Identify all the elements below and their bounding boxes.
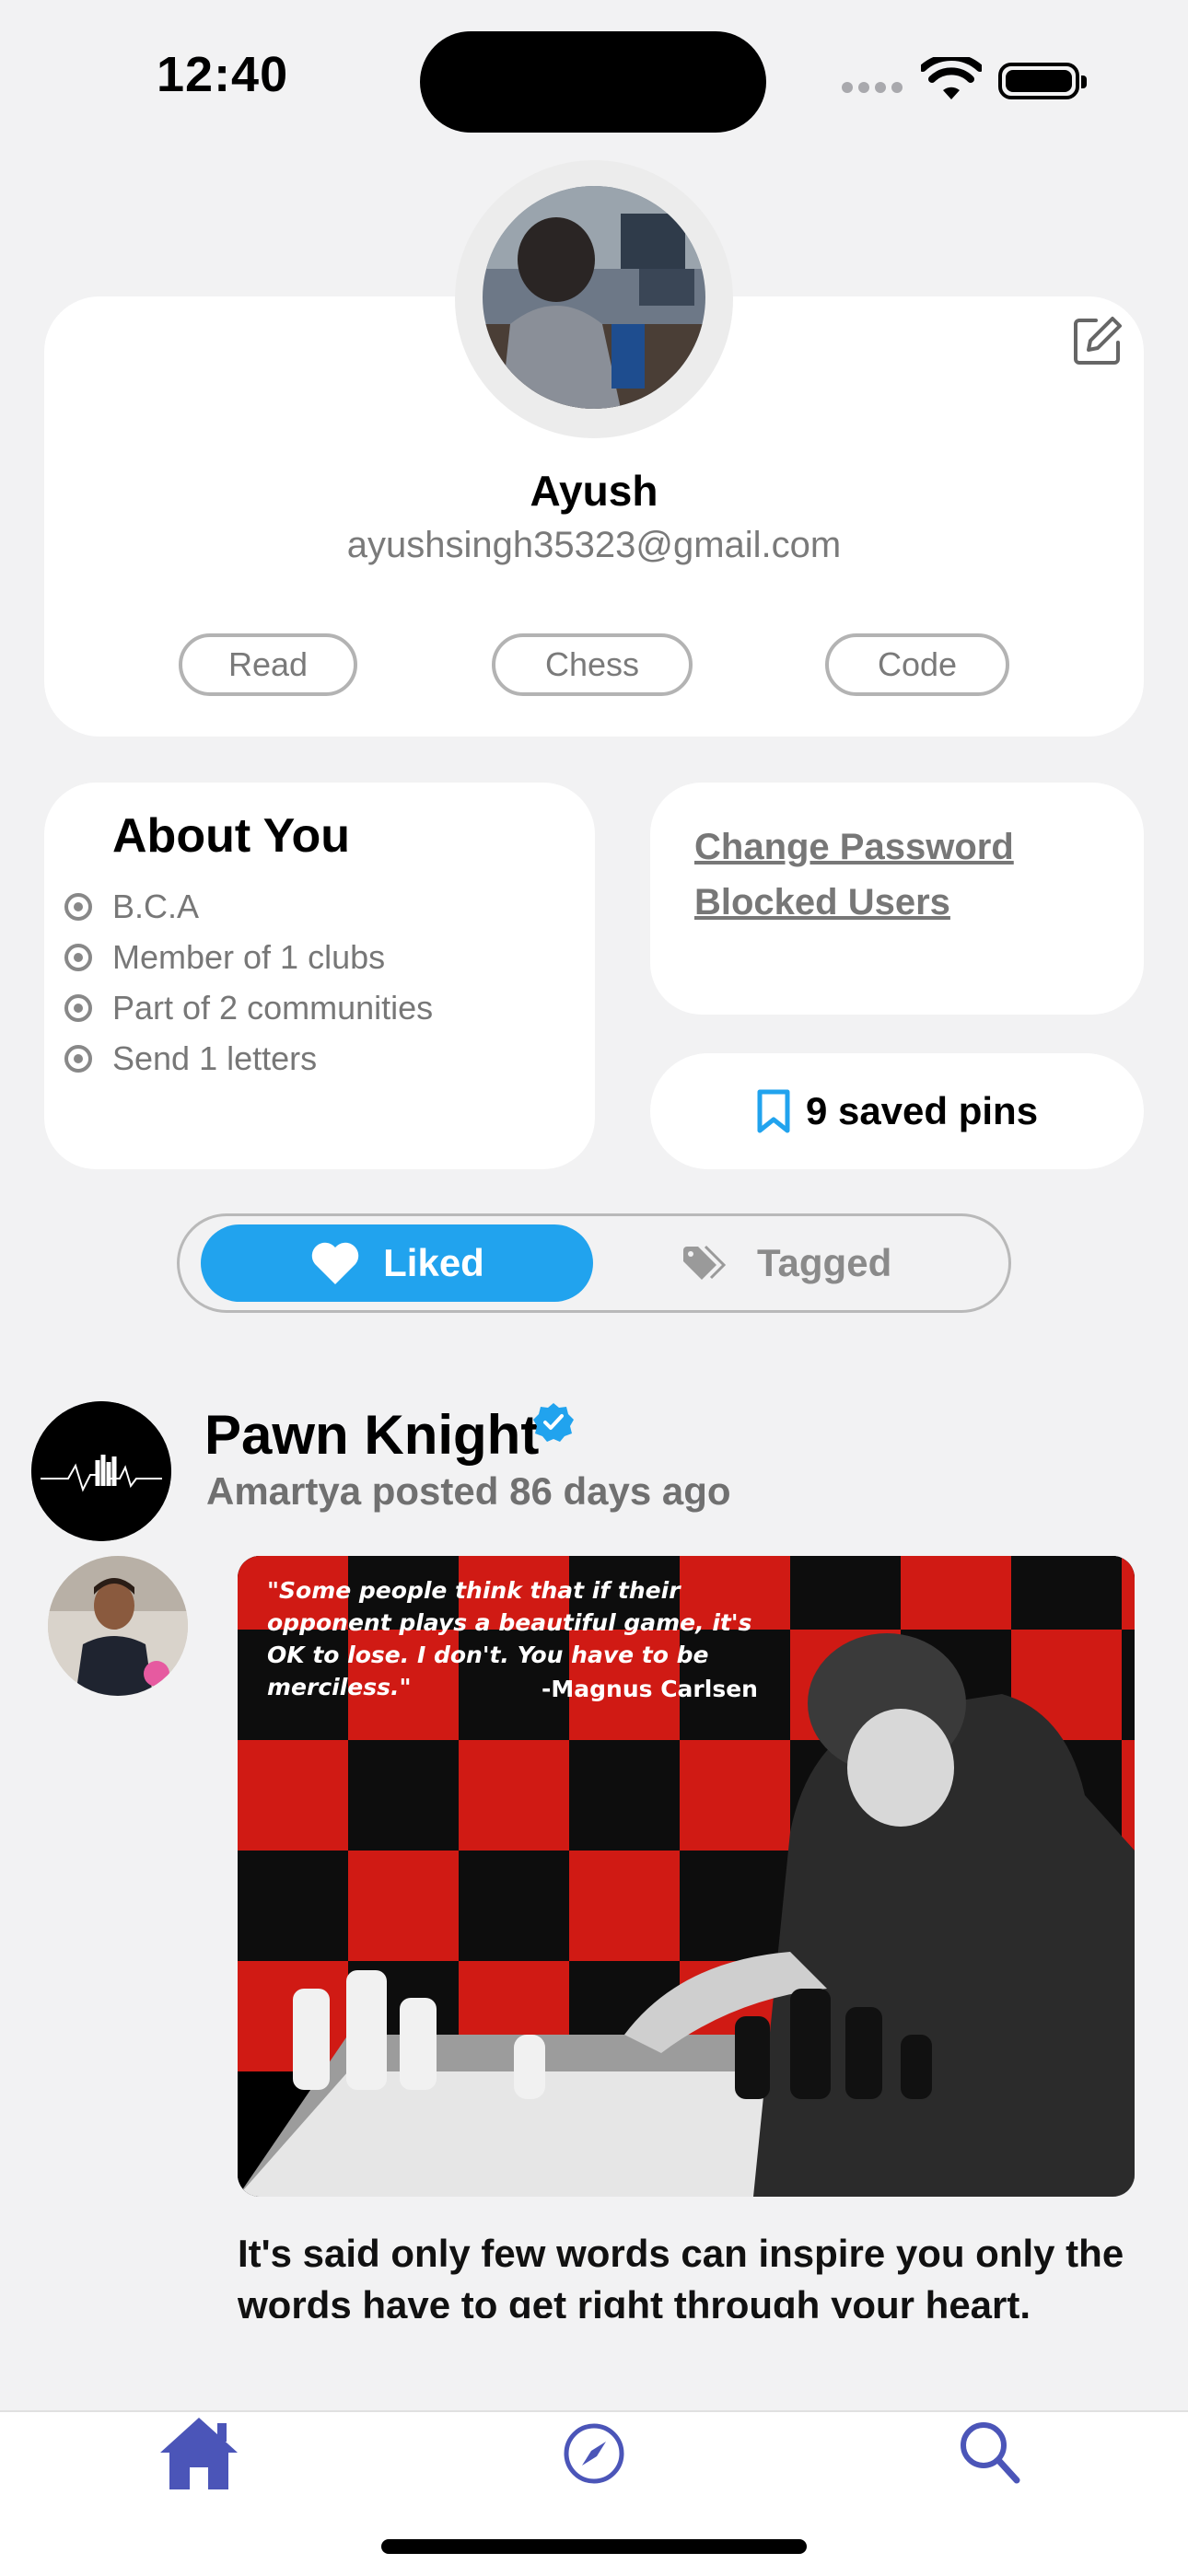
club-name[interactable]: Pawn Knight [204,1403,539,1467]
club-avatar[interactable] [31,1401,171,1541]
home-icon[interactable] [157,2414,241,2491]
board-square [1122,1630,1135,1740]
board-square [459,1740,569,1851]
interest-chip-code[interactable]: Code [825,633,1009,696]
bullet-icon [64,1045,92,1073]
image-quote-author: -Magnus Carlsen [542,1676,758,1702]
about-item: Member of 1 clubs [64,934,385,981]
board-square [1122,1556,1135,1630]
about-item: Part of 2 communities [64,985,433,1031]
home-indicator [381,2539,807,2554]
bullet-icon [64,893,92,921]
board-square [680,1851,790,1961]
poster-avatar[interactable] [48,1556,188,1696]
profile-email: ayushsingh35323@gmail.com [346,525,842,565]
board-square [569,1851,680,1961]
saved-pins-button[interactable]: 9 saved pins [650,1053,1144,1169]
tab-tagged-label: Tagged [757,1241,892,1284]
board-square [348,1851,459,1961]
bullet-icon [64,994,92,1022]
bullet-icon [64,944,92,971]
board-square [348,1740,459,1851]
profile-avatar[interactable] [483,186,705,409]
heart-icon [311,1242,359,1284]
post-meta: Amartya posted 86 days ago [206,1469,731,1513]
post-caption: It's said only few words can inspire you… [238,2232,1124,2318]
board-square [459,1851,569,1961]
dynamic-island [420,31,766,133]
interest-chip-chess[interactable]: Chess [492,633,693,696]
board-square [790,1556,901,1630]
board-square [901,1556,1011,1630]
about-item: B.C.A [64,884,199,930]
wifi-icon [921,57,982,99]
board-square [569,1740,680,1851]
battery-icon [998,63,1087,99]
board-square [680,1740,790,1851]
board-square [238,1740,348,1851]
saved-pins-label: 9 saved pins [805,1089,1039,1132]
tab-tagged[interactable]: Tagged [681,1224,903,1302]
compass-icon[interactable] [562,2421,626,2486]
board-square [1122,1740,1135,1851]
tag-icon [683,1245,726,1280]
edit-profile-icon[interactable] [1070,313,1125,368]
board-square [238,1851,348,1961]
cellular-signal-icon [842,81,908,98]
about-title: About You [112,809,351,863]
tab-liked[interactable]: Liked [201,1224,593,1302]
about-item-text: Part of 2 communities [112,989,434,1027]
about-item-text: Member of 1 clubs [112,938,386,976]
post-image[interactable]: "Some people think that if their opponen… [238,1556,1135,2197]
board-square [1011,1556,1122,1630]
about-item: Send 1 letters [64,1036,317,1082]
interest-chip-read[interactable]: Read [179,633,357,696]
blocked-users-link[interactable]: Blocked Users [694,882,950,923]
verified-badge-icon [533,1403,574,1442]
search-icon[interactable] [958,2419,1022,2486]
about-item-text: B.C.A [112,888,200,925]
about-item-text: Send 1 letters [112,1039,318,1077]
profile-name: Ayush [530,467,658,515]
change-password-link[interactable]: Change Password [694,827,1014,868]
status-time: 12:40 [157,47,289,102]
tab-liked-label: Liked [383,1241,484,1284]
bookmark-icon [757,1089,790,1133]
